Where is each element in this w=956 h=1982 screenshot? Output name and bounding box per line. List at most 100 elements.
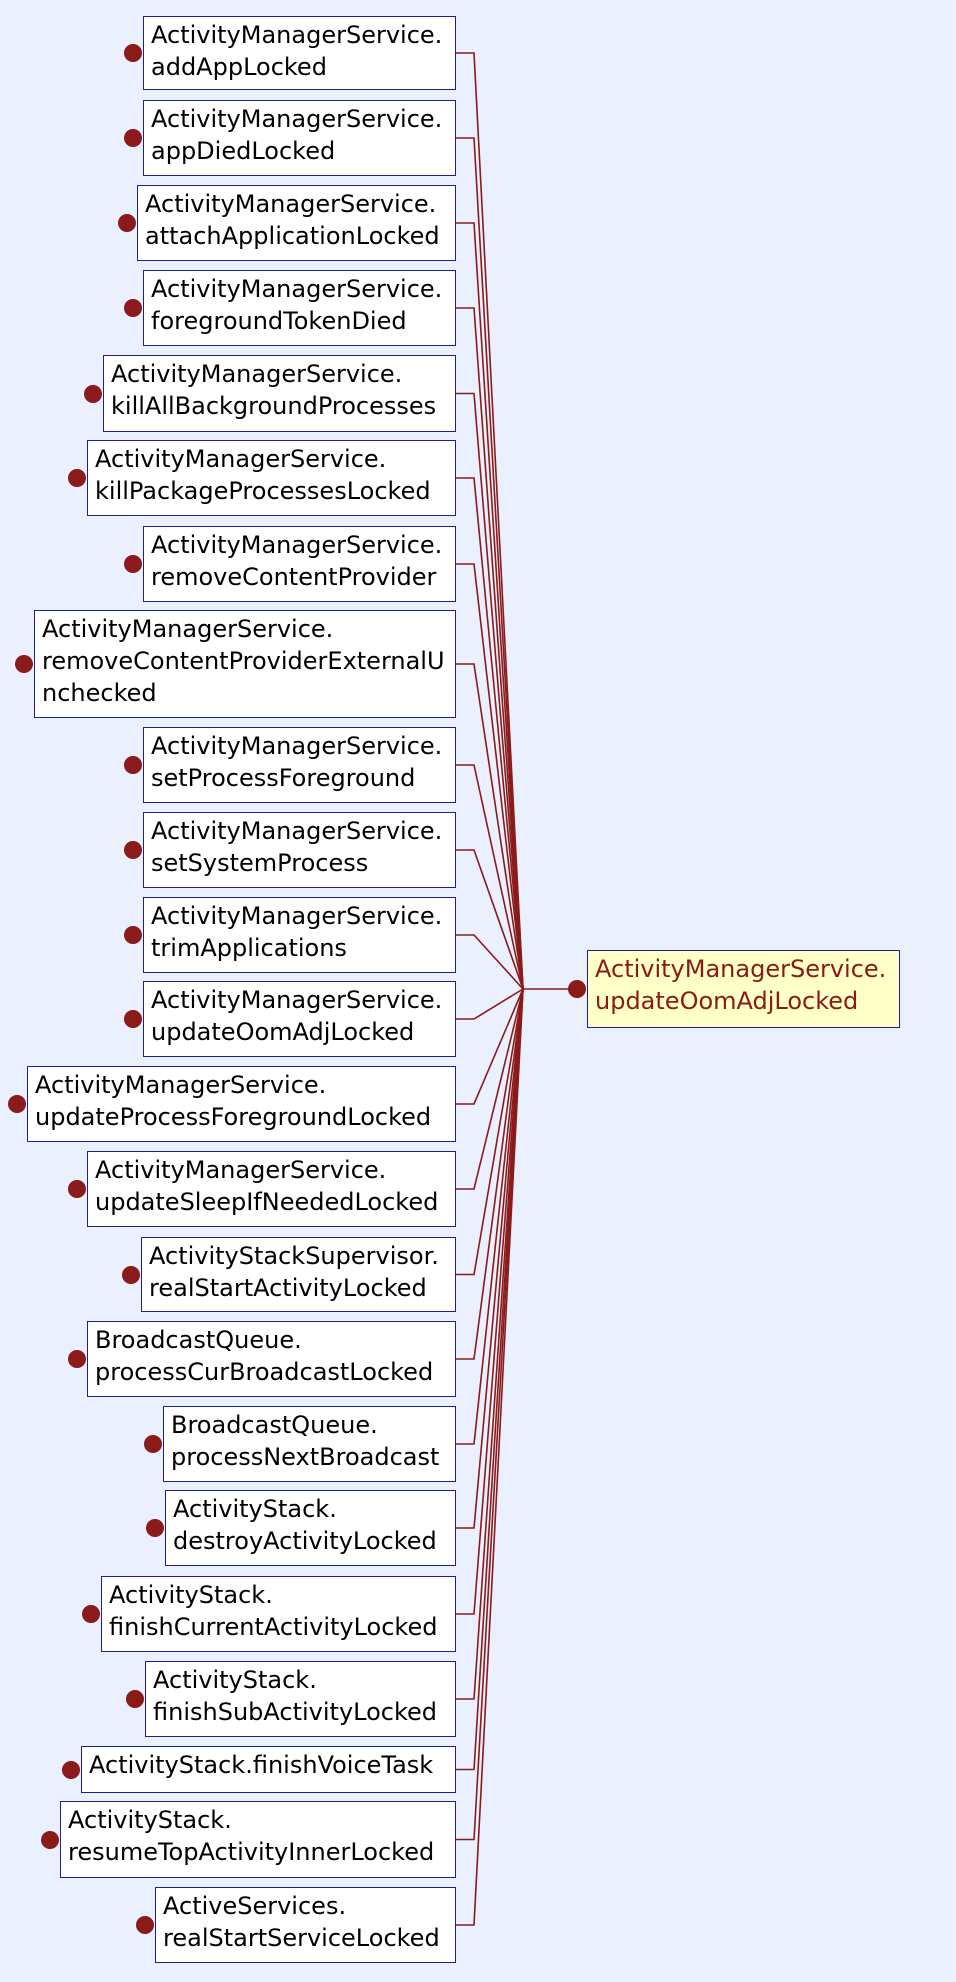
caller-dot [118,214,136,232]
edge-line [456,988,524,1360]
caller-label-line: ActivityManagerService. [111,360,403,388]
caller-label-line: killAllBackgroundProcesses [111,392,437,420]
caller-node[interactable]: ActivityManagerService. trimApplications [143,897,456,973]
edge-line [456,988,524,1445]
edge-line [456,988,524,1615]
edge-line [456,222,524,990]
caller-node[interactable]: BroadcastQueue. processNextBroadcast [163,1406,456,1482]
edge-line [456,663,524,990]
edge-line [456,307,524,990]
caller-dot [124,299,142,317]
caller-node[interactable]: ActivityStack. finishCurrentActivityLocke… [101,1576,456,1652]
edge-line [456,988,524,1276]
caller-node[interactable]: ActivityManagerService. attachApplication… [137,185,456,261]
caller-label-line: ActivityManagerService. [151,21,443,49]
caller-node[interactable]: ActivityManagerService. removeContentProv… [34,610,456,718]
caller-label-line: ActiveServices. [163,1892,347,1920]
caller-dot [82,1605,100,1623]
caller-label-line: processCurBroadcastLocked [95,1358,434,1386]
caller-label-line: ActivityManagerService. [151,275,443,303]
caller-label-line: BroadcastQueue. [171,1411,378,1439]
caller-node[interactable]: ActivityStack. finishSubActivityLocked [145,1661,456,1737]
caller-label-line: setProcessForeground [151,764,416,792]
target-node[interactable]: ActivityManagerService. updateOomAdjLock… [587,950,900,1028]
caller-dot [136,1916,154,1934]
caller-node[interactable]: ActivityManagerService. updateProcessFore… [27,1066,456,1142]
caller-node[interactable]: ActivityStack. destroyActivityLocked [165,1490,456,1566]
caller-node[interactable]: ActivityManagerService. killPackageProces… [87,440,456,516]
caller-node[interactable]: ActivityManagerService. addAppLocked [143,16,456,90]
caller-dot [68,469,86,487]
caller-dot [124,926,142,944]
caller-label-line: ActivityStack. [153,1666,317,1694]
caller-dot [124,841,142,859]
caller-label-line: realStartServiceLocked [163,1924,440,1952]
caller-label-line: ActivityStackSupervisor. [149,1242,439,1270]
caller-node[interactable]: ActivityManagerService. updateOomAdjLocke… [143,981,456,1057]
caller-label-line: ActivityManagerService. [151,531,443,559]
caller-node[interactable]: ActivityManagerService. setProcessForegro… [143,727,456,803]
caller-dot [124,129,142,147]
edge-line [456,988,524,1771]
edge-line [456,988,524,1105]
edge-line [456,988,524,1190]
target-dot [568,980,586,998]
caller-node[interactable]: ActivityStack. resumeTopActivityInnerLock… [60,1801,456,1878]
caller-label-line: processNextBroadcast [171,1443,440,1471]
edge-line [456,934,524,990]
caller-label-line: ActivityManagerService. [95,445,387,473]
caller-label-line: addAppLocked [151,53,327,81]
caller-label-line: resumeTopActivityInnerLocked [68,1838,435,1866]
edge-line [456,988,524,1926]
edge-line [456,988,524,1020]
caller-node[interactable]: ActivityManagerService. killAllBackground… [103,355,456,432]
caller-node[interactable]: ActivityManagerService. removeContentProv… [143,526,456,602]
target-line-2: updateOomAdjLocked [595,987,859,1015]
caller-label-line: ActivityManagerService. [35,1071,327,1099]
caller-dot [124,44,142,62]
caller-node[interactable]: ActivityStackSupervisor. realStartActivit… [141,1237,456,1312]
caller-dot [126,1690,144,1708]
caller-label-line: trimApplications [151,934,347,962]
caller-label-line: appDiedLocked [151,137,336,165]
caller-dot [8,1095,26,1113]
caller-label-line: killPackageProcessesLocked [95,477,431,505]
edge-line [456,392,524,990]
caller-label-line: attachApplicationLocked [145,222,440,250]
caller-dot [84,384,102,403]
caller-label-line: ActivityManagerService. [151,817,443,845]
caller-label-line: BroadcastQueue. [95,1326,302,1354]
caller-label-line: destroyActivityLocked [173,1527,437,1555]
caller-label-line: ActivityStack. [68,1806,232,1834]
caller-dot [124,555,142,573]
caller-label-line: updateOomAdjLocked [151,1018,415,1046]
caller-label-line: updateProcessForegroundLocked [35,1103,432,1131]
caller-node[interactable]: BroadcastQueue. processCurBroadcastLocked [87,1321,456,1397]
edge-line [456,988,524,1529]
edge-line [456,137,524,990]
caller-node[interactable]: ActivityManagerService. foregroundTokenDi… [143,270,456,346]
edge-line [456,477,524,990]
caller-dot [144,1435,162,1453]
caller-label-line: ActivityManagerService. [42,615,334,643]
caller-node[interactable]: ActivityManagerService. setSystemProcess [143,812,456,888]
caller-label-line: ActivityManagerService. [151,732,443,760]
caller-node[interactable]: ActivityManagerService. appDiedLocked [143,100,456,176]
caller-label-line: ActivityManagerService. [151,986,443,1014]
caller-dot [68,1180,86,1198]
caller-dot [41,1830,59,1849]
caller-dot [15,655,33,673]
caller-label-line: foregroundTokenDied [151,307,407,335]
caller-label-line: removeContentProviderExternalU [42,647,445,675]
caller-label-line: ActivityManagerService. [95,1156,387,1184]
caller-label-line: ActivityStack. [173,1495,337,1523]
edge-line [456,849,524,990]
caller-node[interactable]: ActivityStack.finishVoiceTask [81,1746,456,1793]
caller-label-line: updateSleepIfNeededLocked [95,1188,439,1216]
caller-node[interactable]: ActiveServices. realStartServiceLocked [155,1887,456,1963]
caller-label-line: nchecked [42,679,157,707]
caller-label-line: finishSubActivityLocked [153,1698,438,1726]
caller-label-line: ActivityStack.finishVoiceTask [89,1751,434,1779]
edge-line [456,764,524,990]
caller-node[interactable]: ActivityManagerService. updateSleepIfNeed… [87,1151,456,1227]
